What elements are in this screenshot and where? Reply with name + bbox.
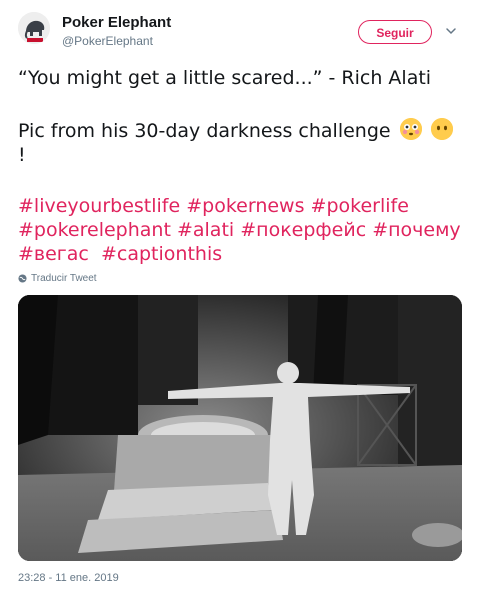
translate-label[interactable]: Traducir Tweet xyxy=(31,273,97,284)
night-vision-photo xyxy=(18,295,462,561)
tweet-text-exclamation: ! xyxy=(18,144,26,166)
display-name[interactable]: Poker Elephant xyxy=(62,14,171,32)
handle[interactable]: @PokerElephant xyxy=(62,33,171,49)
tweet-text-line-2: Pic from his 30-day darkness challenge ! xyxy=(18,118,468,167)
hashtag-link[interactable]: #вегас xyxy=(18,243,89,265)
hashtag-link[interactable]: #pokerelephant xyxy=(18,219,171,241)
translate-tweet-link[interactable]: Traducir Tweet xyxy=(18,273,97,284)
tweet-photo[interactable] xyxy=(18,295,462,561)
tweet-card: Poker Elephant @PokerElephant Seguir “Yo… xyxy=(0,0,480,594)
hashtag-link[interactable]: #pokernews xyxy=(186,195,304,217)
elephant-logo-icon xyxy=(18,12,50,44)
tweet-text-line-1: “You might get a little scared...” - Ric… xyxy=(18,67,432,89)
hashtags: #liveyourbestlife #pokernews #pokerlife … xyxy=(18,194,468,266)
globe-icon xyxy=(18,274,27,283)
avatar[interactable] xyxy=(18,12,50,44)
hashtag-link[interactable]: #alati xyxy=(177,219,234,241)
tweet-text-challenge: Pic from his 30-day darkness challenge xyxy=(18,120,391,142)
flushed-face-icon xyxy=(399,118,422,140)
tweet-timestamp[interactable]: 23:28 - 11 ene. 2019 xyxy=(18,572,119,584)
hashtag-link[interactable]: #liveyourbestlife xyxy=(18,195,180,217)
follow-button[interactable]: Seguir xyxy=(358,20,432,44)
hashtag-link[interactable]: #pokerlife xyxy=(311,195,409,217)
chevron-down-icon[interactable] xyxy=(444,24,458,38)
face-without-mouth-icon xyxy=(430,118,453,140)
hashtag-link[interactable]: #почему xyxy=(372,219,460,241)
hashtag-link[interactable]: #покерфейс xyxy=(240,219,366,241)
hashtag-link[interactable]: #captionthis xyxy=(101,243,222,265)
author-block: Poker Elephant @PokerElephant xyxy=(62,14,171,49)
